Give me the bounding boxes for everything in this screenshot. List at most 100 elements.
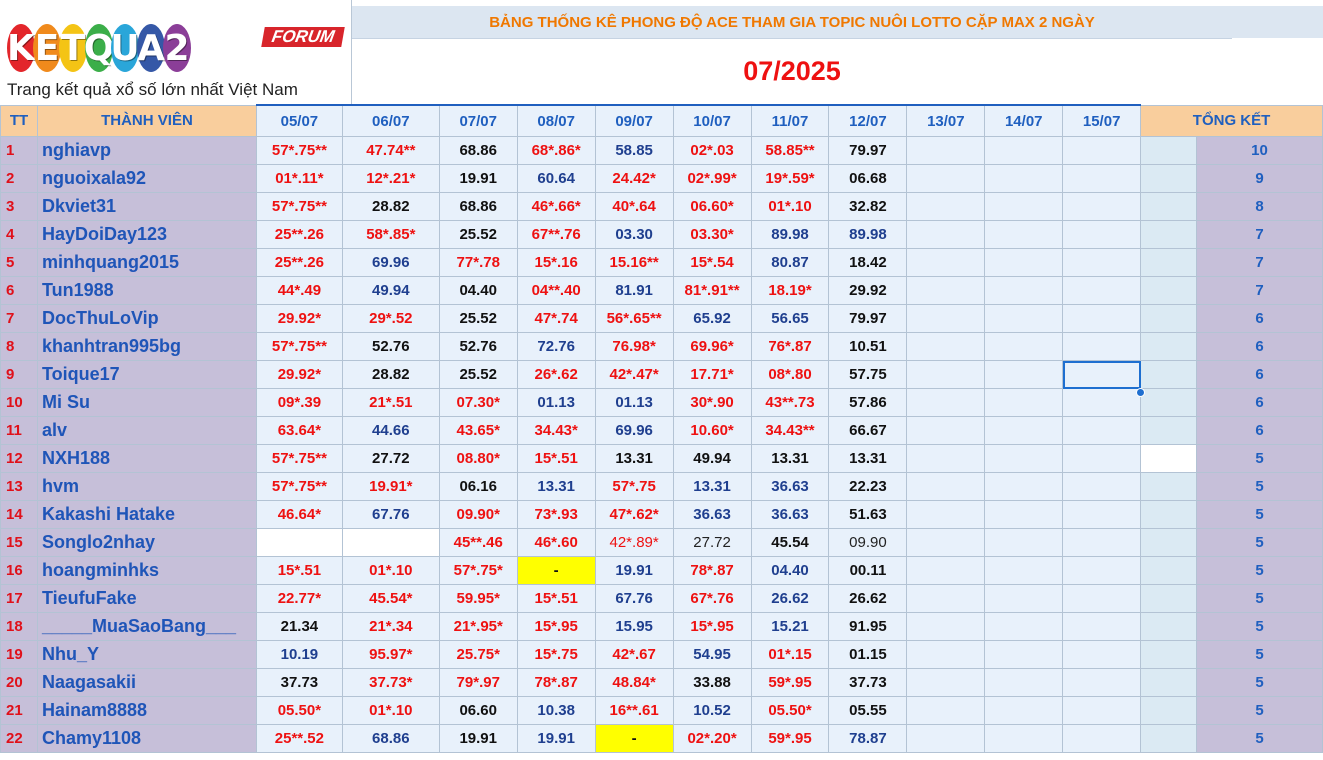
empty-day-cell[interactable] xyxy=(984,332,1064,361)
total-score[interactable]: 6 xyxy=(1196,388,1323,417)
result-cell[interactable]: 01*.10 xyxy=(341,696,440,725)
total-score[interactable]: 5 xyxy=(1196,584,1323,613)
result-cell[interactable]: 30*.90 xyxy=(672,388,752,417)
member-name[interactable]: NXH188 xyxy=(36,444,257,473)
result-cell[interactable]: 15*.16 xyxy=(516,248,596,277)
result-cell[interactable]: 27.72 xyxy=(672,528,752,557)
empty-day-cell[interactable] xyxy=(984,444,1064,473)
empty-day-cell[interactable] xyxy=(1062,668,1142,697)
result-cell[interactable]: 10.38 xyxy=(516,696,596,725)
member-name[interactable]: alv xyxy=(36,416,257,445)
empty-day-cell[interactable] xyxy=(1062,304,1142,333)
empty-day-cell[interactable] xyxy=(1062,696,1142,725)
empty-day-cell[interactable] xyxy=(1062,612,1142,641)
total-score[interactable]: 7 xyxy=(1196,248,1323,277)
empty-day-cell[interactable] xyxy=(906,276,986,305)
result-cell[interactable]: 59*.95 xyxy=(750,724,830,753)
result-cell[interactable]: 76*.87 xyxy=(750,332,830,361)
empty-day-cell[interactable] xyxy=(906,388,986,417)
total-score[interactable]: 5 xyxy=(1196,500,1323,529)
result-cell[interactable]: 18.42 xyxy=(828,248,908,277)
spacer-cell[interactable] xyxy=(1140,556,1198,585)
result-cell[interactable]: 42*.67 xyxy=(594,640,674,669)
member-name[interactable]: Dkviet31 xyxy=(36,192,257,221)
result-cell[interactable]: 25.52 xyxy=(438,360,518,389)
result-cell[interactable]: 17.71* xyxy=(672,360,752,389)
empty-day-cell[interactable] xyxy=(984,640,1064,669)
result-cell[interactable]: 15.21 xyxy=(750,612,830,641)
result-cell[interactable]: 49.94 xyxy=(341,276,440,305)
result-cell[interactable]: 27.72 xyxy=(341,444,440,473)
result-cell[interactable]: 78.87 xyxy=(828,724,908,753)
empty-day-cell[interactable] xyxy=(1062,528,1142,557)
result-cell[interactable]: 04.40 xyxy=(438,276,518,305)
member-name[interactable]: hvm xyxy=(36,472,257,501)
spacer-cell[interactable] xyxy=(1140,444,1198,473)
col-header-date[interactable]: 05/07 xyxy=(255,104,343,137)
result-cell[interactable]: 57*.75** xyxy=(255,444,343,473)
result-cell[interactable] xyxy=(255,528,343,557)
result-cell[interactable]: 01.15 xyxy=(828,640,908,669)
empty-day-cell[interactable] xyxy=(906,556,986,585)
empty-day-cell[interactable] xyxy=(906,724,986,753)
total-score[interactable]: 7 xyxy=(1196,220,1323,249)
result-cell[interactable]: 45**.46 xyxy=(438,528,518,557)
result-cell[interactable]: 25**.26 xyxy=(255,220,343,249)
row-number[interactable]: 17 xyxy=(0,584,38,613)
spacer-cell[interactable] xyxy=(1140,500,1198,529)
spacer-cell[interactable] xyxy=(1140,192,1198,221)
result-cell[interactable]: 22.23 xyxy=(828,472,908,501)
result-cell[interactable]: 79.97 xyxy=(828,136,908,165)
result-cell[interactable] xyxy=(341,528,440,557)
result-cell[interactable]: 69.96* xyxy=(672,332,752,361)
spacer-cell[interactable] xyxy=(1140,472,1198,501)
col-header-date[interactable]: 14/07 xyxy=(984,104,1064,137)
result-cell[interactable]: 54.95 xyxy=(672,640,752,669)
result-cell[interactable]: 19.91 xyxy=(516,724,596,753)
member-name[interactable]: nghiavp xyxy=(36,136,257,165)
result-cell[interactable]: 10.19 xyxy=(255,640,343,669)
result-cell[interactable]: 15*.95 xyxy=(672,612,752,641)
row-number[interactable]: 18 xyxy=(0,612,38,641)
result-cell[interactable]: 42*.89* xyxy=(594,528,674,557)
result-cell[interactable]: 59.95* xyxy=(438,584,518,613)
col-header-member[interactable]: THÀNH VIÊN xyxy=(36,104,257,137)
row-number[interactable]: 13 xyxy=(0,472,38,501)
result-cell[interactable]: 18.19* xyxy=(750,276,830,305)
col-header-date[interactable]: 07/07 xyxy=(438,104,518,137)
row-number[interactable]: 1 xyxy=(0,136,38,165)
total-score[interactable]: 7 xyxy=(1196,276,1323,305)
total-score[interactable]: 5 xyxy=(1196,556,1323,585)
result-cell[interactable]: 67.76 xyxy=(594,584,674,613)
result-cell[interactable]: 76.98* xyxy=(594,332,674,361)
result-cell[interactable]: 02*.20* xyxy=(672,724,752,753)
empty-day-cell[interactable] xyxy=(1062,640,1142,669)
result-cell[interactable]: 04.40 xyxy=(750,556,830,585)
result-cell[interactable]: 68.86 xyxy=(438,136,518,165)
total-score[interactable]: 5 xyxy=(1196,612,1323,641)
result-cell[interactable]: 57*.75** xyxy=(255,332,343,361)
row-number[interactable]: 16 xyxy=(0,556,38,585)
empty-day-cell[interactable] xyxy=(906,612,986,641)
empty-day-cell[interactable] xyxy=(906,472,986,501)
result-cell[interactable]: 09*.39 xyxy=(255,388,343,417)
total-score[interactable]: 6 xyxy=(1196,416,1323,445)
empty-day-cell[interactable] xyxy=(984,724,1064,753)
result-cell[interactable]: 80.87 xyxy=(750,248,830,277)
col-header-total[interactable]: TỔNG KẾT xyxy=(1140,104,1323,137)
row-number[interactable]: 22 xyxy=(0,724,38,753)
result-cell[interactable]: - xyxy=(516,556,596,585)
result-cell[interactable]: 13.31 xyxy=(750,444,830,473)
empty-day-cell[interactable] xyxy=(984,528,1064,557)
result-cell[interactable]: 19.91* xyxy=(341,472,440,501)
result-cell[interactable]: 29*.52 xyxy=(341,304,440,333)
row-number[interactable]: 12 xyxy=(0,444,38,473)
result-cell[interactable]: 46*.66* xyxy=(516,192,596,221)
result-cell[interactable]: 34.43* xyxy=(516,416,596,445)
row-number[interactable]: 19 xyxy=(0,640,38,669)
result-cell[interactable]: 15*.51 xyxy=(255,556,343,585)
spacer-cell[interactable] xyxy=(1140,332,1198,361)
spacer-cell[interactable] xyxy=(1140,248,1198,277)
result-cell[interactable]: 10.51 xyxy=(828,332,908,361)
result-cell[interactable]: 01*.10 xyxy=(341,556,440,585)
